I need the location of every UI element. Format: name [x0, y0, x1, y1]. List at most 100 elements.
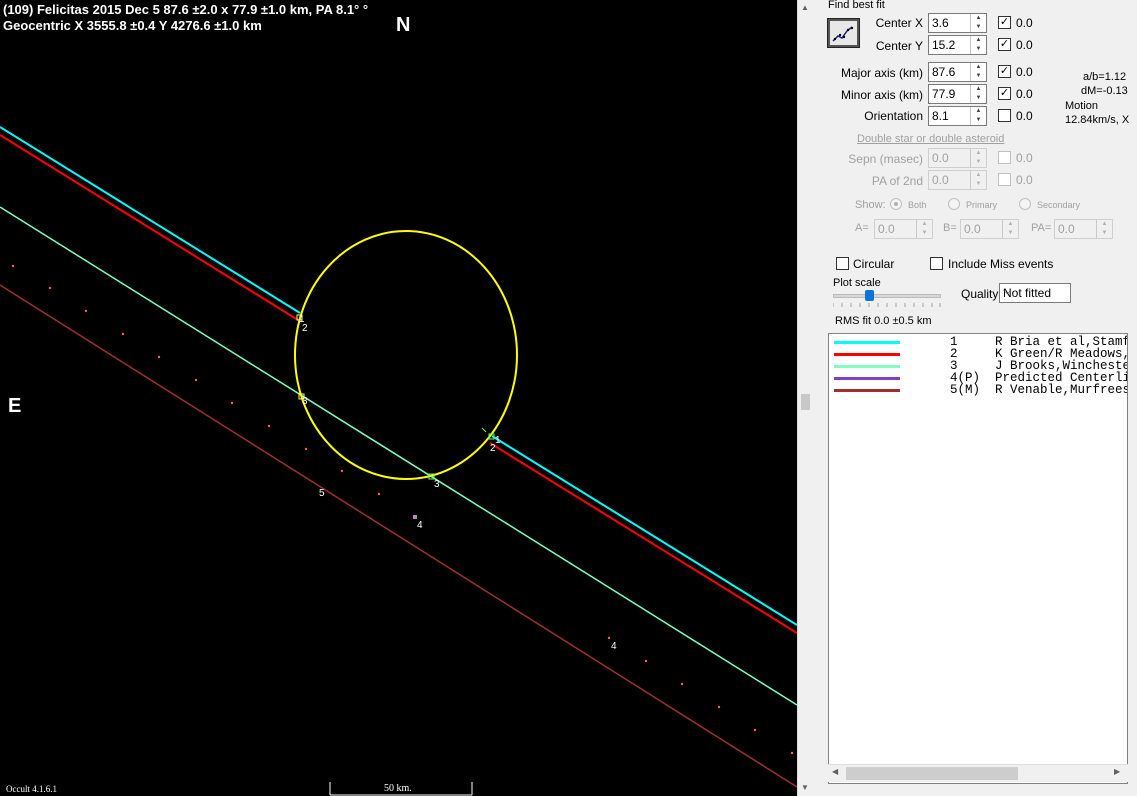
east-label: E: [8, 395, 22, 417]
minor-axis-checkbox[interactable]: ✓: [998, 87, 1011, 100]
spin-down-icon[interactable]: ▼: [971, 116, 986, 125]
spin-down-icon[interactable]: ▼: [1003, 229, 1018, 238]
legend-swatch: [834, 365, 900, 368]
sepn-check-label: 0.0: [1016, 151, 1033, 165]
major-axis-spinner[interactable]: ▲▼: [928, 62, 987, 82]
double-star-link[interactable]: Double star or double asteroid: [857, 133, 1004, 145]
pa-second-spinner[interactable]: ▲▼: [928, 170, 987, 190]
chord-2-left: [0, 134, 299, 321]
legend-text: 5(M) R Venable,Murfreesbo: [950, 383, 1128, 397]
spin-down-icon[interactable]: ▼: [971, 45, 986, 54]
scroll-down-icon[interactable]: ▼: [801, 783, 809, 792]
center-x-check-label: 0.0: [1016, 16, 1033, 30]
version-label: Occult 4.1.6.1: [6, 784, 57, 794]
spin-down-icon[interactable]: ▼: [971, 180, 986, 189]
major-axis-label: Major axis (km): [840, 66, 923, 80]
sepn-checkbox[interactable]: [998, 151, 1011, 164]
orientation-checkbox[interactable]: [998, 109, 1011, 122]
legend-swatch: [834, 341, 900, 344]
show-primary-radio[interactable]: [948, 198, 960, 210]
pa-second-input[interactable]: [929, 171, 970, 189]
b-label: B=: [943, 222, 957, 234]
vertical-scrollbar[interactable]: ▲ ▼: [797, 0, 813, 796]
spin-up-icon[interactable]: ▲: [971, 14, 986, 23]
chord-2-right: [489, 442, 797, 634]
major-axis-checkbox[interactable]: ✓: [998, 65, 1011, 78]
spin-up-icon[interactable]: ▲: [971, 107, 986, 116]
motion-value: 12.84km/s, X: [1065, 114, 1130, 126]
quality-label: Quality: [961, 287, 999, 301]
spin-up-icon[interactable]: ▲: [971, 63, 986, 72]
include-miss-checkbox[interactable]: [930, 257, 943, 270]
list-item[interactable]: 5(M) R Venable,Murfreesbo: [829, 383, 1128, 397]
circular-checkbox[interactable]: [836, 257, 849, 270]
find-best-fit-label: Find best fit: [828, 0, 885, 11]
fit-panel: Find best fit Center X ▲▼ ✓ 0.0 Center Y…: [813, 0, 1137, 796]
plot-canvas: [0, 126, 797, 796]
spin-up-icon[interactable]: ▲: [971, 36, 986, 45]
pa-second-label: PA of 2nd: [871, 174, 923, 188]
spin-up-icon[interactable]: ▲: [971, 149, 986, 158]
a-spinner[interactable]: ▲▼: [874, 219, 933, 239]
predicted-centerline-dots: [11, 264, 794, 755]
center-y-checkbox[interactable]: ✓: [998, 38, 1011, 51]
predicted-center-marker: [413, 515, 417, 519]
circular-label: Circular: [853, 257, 895, 271]
pa-second-checkbox[interactable]: [998, 173, 1011, 186]
show-primary-label: Primary: [966, 200, 997, 210]
chord-label: 4: [417, 520, 423, 531]
spin-up-icon[interactable]: ▲: [971, 171, 986, 180]
axis-ratio-value: a/b=1.12: [1083, 71, 1127, 83]
plot-scale-slider[interactable]: [865, 290, 874, 301]
legend-swatch: [834, 353, 900, 356]
orientation-spinner[interactable]: ▲▼: [928, 106, 987, 126]
center-x-input[interactable]: [929, 14, 970, 32]
major-axis-input[interactable]: [929, 63, 970, 81]
legend-horizontal-scrollbar[interactable]: ◀ ▶: [828, 764, 1128, 782]
quality-select[interactable]: Not fitted ⌵: [999, 283, 1071, 303]
spin-up-icon[interactable]: ▲: [1097, 220, 1112, 229]
spin-down-icon[interactable]: ▼: [971, 72, 986, 81]
chord-3: [0, 206, 797, 706]
scroll-thumb[interactable]: [846, 767, 1018, 780]
delta-magnitude-value: dM=-0.13: [1081, 85, 1128, 97]
spin-down-icon[interactable]: ▼: [971, 94, 986, 103]
sepn-spinner[interactable]: ▲▼: [928, 148, 987, 168]
spin-down-icon[interactable]: ▼: [1097, 229, 1112, 238]
legend-swatch: [834, 389, 900, 392]
plot-scale-track[interactable]: [833, 294, 941, 298]
scroll-left-icon[interactable]: ◀: [832, 767, 838, 776]
show-both-label: Both: [908, 200, 927, 210]
a-input[interactable]: [875, 220, 916, 238]
sepn-input[interactable]: [929, 149, 970, 167]
spin-down-icon[interactable]: ▼: [917, 229, 932, 238]
center-y-input[interactable]: [929, 36, 970, 54]
orientation-input[interactable]: [929, 107, 970, 125]
rms-fit-label: RMS fit 0.0 ±0.5 km: [835, 315, 932, 327]
spin-up-icon[interactable]: ▲: [1003, 220, 1018, 229]
b-spinner[interactable]: ▲▼: [960, 219, 1019, 239]
chord-label: 3: [434, 479, 440, 490]
b-input[interactable]: [961, 220, 1002, 238]
occultation-plot[interactable]: (109) Felicitas 2015 Dec 5 87.6 ±2.0 x 7…: [0, 0, 797, 796]
pa-spinner[interactable]: ▲▼: [1054, 219, 1113, 239]
scroll-thumb[interactable]: [801, 394, 810, 410]
major-axis-check-label: 0.0: [1016, 65, 1033, 79]
show-secondary-radio[interactable]: [1019, 198, 1031, 210]
spin-down-icon[interactable]: ▼: [971, 158, 986, 167]
show-both-radio[interactable]: [890, 198, 902, 210]
center-x-spinner[interactable]: ▲▼: [928, 13, 987, 33]
minor-axis-spinner[interactable]: ▲▼: [928, 84, 987, 104]
minor-axis-input[interactable]: [929, 85, 970, 103]
spin-up-icon[interactable]: ▲: [971, 85, 986, 94]
scroll-up-icon[interactable]: ▲: [801, 3, 809, 12]
show-label: Show:: [855, 199, 886, 211]
chord-legend-list[interactable]: 1 R Bria et al,Stamford 2 K Green/R Mead…: [828, 333, 1128, 784]
spin-up-icon[interactable]: ▲: [917, 220, 932, 229]
spin-down-icon[interactable]: ▼: [971, 23, 986, 32]
scroll-right-icon[interactable]: ▶: [1114, 767, 1120, 776]
center-y-spinner[interactable]: ▲▼: [928, 35, 987, 55]
orientation-label: Orientation: [864, 109, 923, 123]
pa-input[interactable]: [1055, 220, 1096, 238]
center-x-checkbox[interactable]: ✓: [998, 16, 1011, 29]
